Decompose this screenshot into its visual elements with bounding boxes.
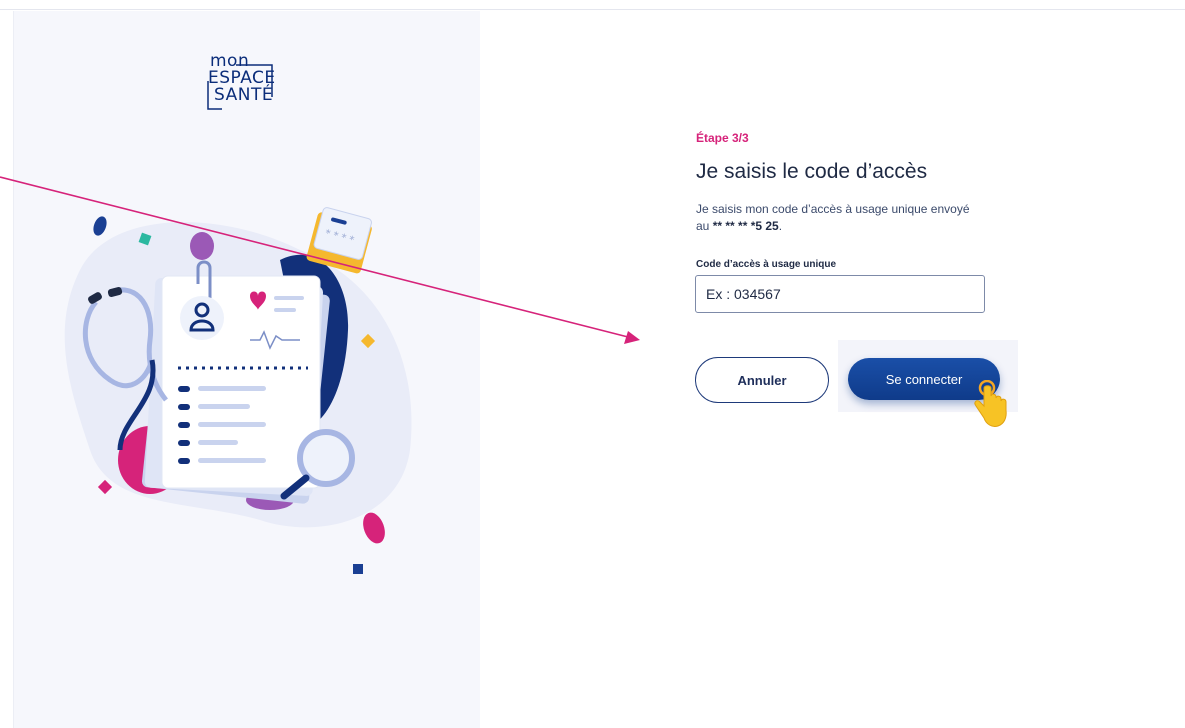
mon-espace-sante-logo: mon ESPACE SANTÉ: [192, 53, 302, 123]
medical-record-illustration: * * * *: [64, 207, 412, 574]
code-field-label: Code d’accès à usage unique: [696, 259, 837, 270]
access-code-input[interactable]: [695, 275, 985, 313]
pointer-hand-icon: [974, 380, 1007, 427]
left-gutter: [0, 11, 14, 728]
instruction-text-suffix: .: [778, 219, 783, 233]
cancel-button[interactable]: Annuler: [695, 357, 829, 403]
instruction-text: Je saisis mon code d’accès à usage uniqu…: [696, 201, 986, 235]
step-indicator: Étape 3/3: [696, 131, 749, 145]
top-border: [0, 0, 1185, 10]
masked-phone-number: ** ** ** *5 25: [712, 219, 779, 233]
logo-text-sante: SANTÉ: [214, 85, 274, 105]
page-title: Je saisis le code d’accès: [696, 160, 928, 183]
